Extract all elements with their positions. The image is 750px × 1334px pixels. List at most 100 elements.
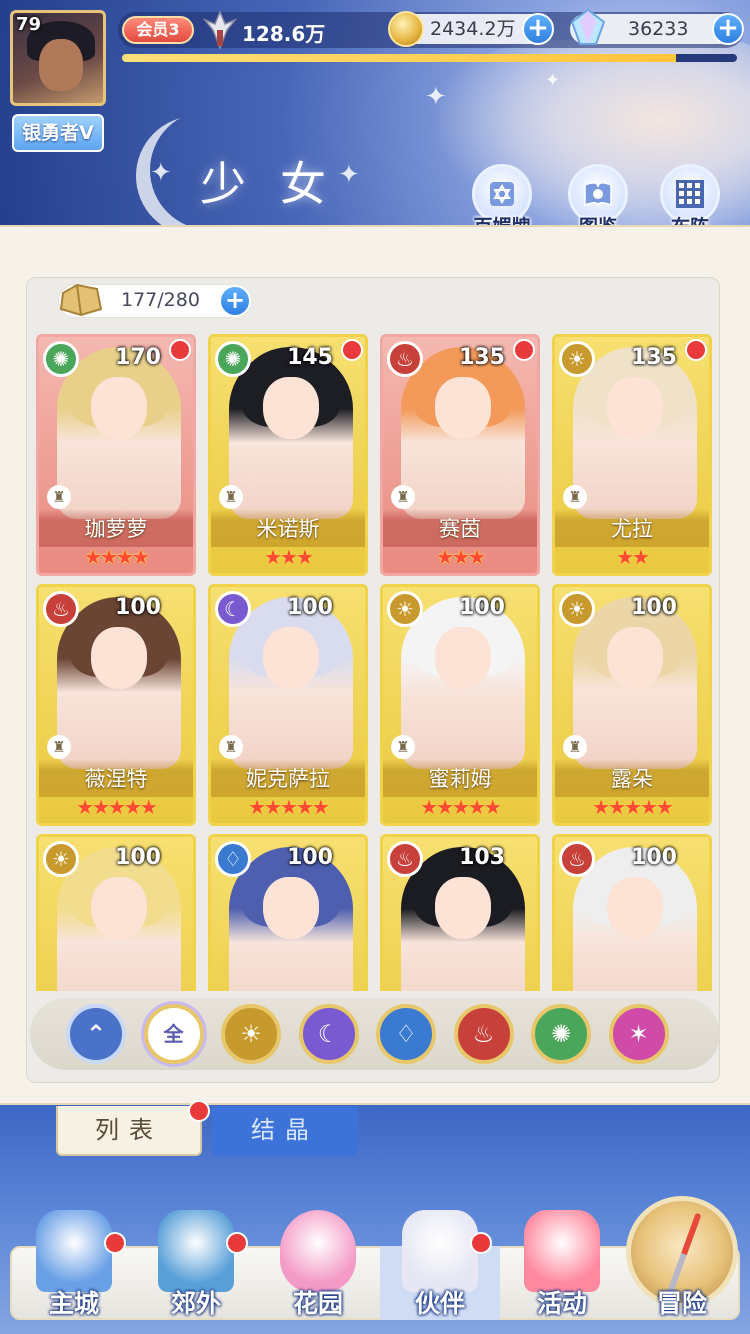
character-card[interactable]: ♨ 100 ♜ 薇涅特 ★★★★★ (36, 584, 196, 826)
gold-counter: 2434.2万 + (388, 11, 554, 47)
character-level: 100 (631, 595, 677, 620)
player-level: 79 (16, 14, 42, 35)
character-level: 145 (287, 345, 333, 370)
gem-icon (570, 8, 606, 45)
page-title: 少女 (200, 157, 360, 211)
wind-element-icon: ✺ (215, 341, 251, 377)
filter-sun-icon[interactable]: ☀ (221, 1004, 281, 1064)
wind-element-icon: ✺ (43, 341, 79, 377)
filter-all-button[interactable]: 全 (143, 1004, 204, 1064)
star-rating: ★★ (616, 545, 650, 569)
star-rating: ★★★ (436, 545, 486, 569)
fire-element-icon: ♨ (559, 841, 595, 877)
add-gems-button[interactable]: + (712, 13, 744, 45)
portal-icon (158, 1210, 234, 1292)
character-name: 蜜莉姆 (428, 767, 492, 791)
book-icon (584, 182, 612, 207)
notification-dot (470, 1232, 492, 1254)
notification-dot (341, 339, 363, 361)
sun-element-icon: ☀ (559, 591, 595, 627)
character-card[interactable]: ☀ 100 (36, 834, 196, 991)
character-card[interactable]: ♢ 100 (208, 834, 368, 991)
character-level: 135 (459, 345, 505, 370)
combat-power: 128.6万 (242, 22, 326, 46)
card-deck-icon (490, 182, 514, 206)
star-rating: ★★★★★ (248, 795, 330, 819)
castle-icon (36, 1210, 112, 1292)
filter-rank-icon[interactable]: ⌃ (66, 1004, 126, 1064)
player-name[interactable]: 银勇者V (12, 114, 104, 152)
fire-element-icon: ♨ (387, 341, 423, 377)
add-gold-button[interactable]: + (522, 13, 554, 45)
character-name: 米诺斯 (256, 517, 320, 541)
star-rating: ★★★★ (84, 545, 150, 569)
nav-main-city[interactable]: 主城 (14, 1196, 134, 1326)
moon-element-icon: ☾ (215, 591, 251, 627)
character-card[interactable]: ✺ 170 ♜ 珈萝萝 ★★★★ (36, 334, 196, 576)
sword-power-icon (203, 10, 237, 50)
notification-dot (226, 1232, 248, 1254)
character-card[interactable]: ☀ 100 ♜ 露朵 ★★★★★ (552, 584, 712, 826)
character-level: 135 (631, 345, 677, 370)
notification-dot (685, 339, 707, 361)
character-level: 103 (459, 845, 505, 870)
gold-coin-icon (388, 11, 424, 47)
filter-wind-icon[interactable]: ✺ (531, 1004, 591, 1064)
star-rating: ★★★★★ (420, 795, 502, 819)
character-card[interactable]: ☀ 100 ♜ 蜜莉姆 ★★★★★ (380, 584, 540, 826)
nav-adventure[interactable]: 冒险 (622, 1196, 742, 1326)
character-card[interactable]: ✺ 145 ♜ 米诺斯 ★★★ (208, 334, 368, 576)
star-rating: ★★★★★ (76, 795, 158, 819)
class-rook-icon: ♜ (219, 485, 243, 509)
class-rook-icon: ♜ (47, 735, 71, 759)
nav-garden[interactable]: 花园 (258, 1196, 378, 1326)
filter-chaos-icon[interactable]: ✶ (608, 1004, 669, 1064)
sun-element-icon: ☀ (559, 341, 595, 377)
notification-dot (104, 1232, 126, 1254)
expand-capacity-button[interactable]: + (219, 285, 251, 317)
gem-counter: 36233 + (570, 8, 744, 45)
vip-badge[interactable]: 会员3 (122, 16, 194, 44)
character-level: 100 (459, 595, 505, 620)
nav-partners[interactable]: 伙伴 (380, 1196, 500, 1326)
fire-element-icon: ♨ (43, 591, 79, 627)
sparkle-icon: ✦ (150, 158, 172, 188)
sun-element-icon: ☀ (43, 841, 79, 877)
filter-water-icon[interactable]: ♢ (376, 1004, 436, 1064)
character-name: 尤拉 (611, 517, 653, 541)
character-card[interactable]: ♨ 135 ♜ 赛茵 ★★★ (380, 334, 540, 576)
filter-fire-icon[interactable]: ♨ (453, 1004, 514, 1064)
roster-capacity: 177/280 + (58, 283, 251, 318)
character-card[interactable]: ♨ 103 (380, 834, 540, 991)
water-element-icon: ♢ (215, 841, 251, 877)
character-level: 100 (287, 595, 333, 620)
sparkle-icon: ✦ (425, 82, 447, 112)
nav-events[interactable]: 活动 (502, 1196, 622, 1326)
heart-icon (280, 1210, 356, 1292)
character-level: 100 (115, 595, 161, 620)
exp-bar (122, 54, 737, 62)
character-name: 露朵 (611, 767, 653, 791)
character-card[interactable]: ☾ 100 ♜ 妮克萨拉 ★★★★★ (208, 584, 368, 826)
character-name: 薇涅特 (84, 767, 148, 791)
class-rook-icon: ♜ (563, 735, 587, 759)
character-card[interactable]: ♨ 100 (552, 834, 712, 991)
fire-element-icon: ♨ (387, 841, 423, 877)
class-rook-icon: ♜ (391, 485, 415, 509)
tab-crystal[interactable]: 结晶 (212, 1106, 358, 1156)
sun-element-icon: ☀ (387, 591, 423, 627)
character-name: 珈萝萝 (84, 517, 148, 541)
notification-dot (169, 339, 191, 361)
filter-moon-icon[interactable]: ☾ (298, 1004, 359, 1064)
gift-icon (524, 1210, 600, 1292)
character-card[interactable]: ☀ 135 ♜ 尤拉 ★★ (552, 334, 712, 576)
nav-outskirts[interactable]: 郊外 (136, 1196, 256, 1326)
tab-list[interactable]: 列表 (56, 1100, 210, 1156)
storage-bag-icon (59, 283, 103, 317)
formation-grid-icon (676, 180, 704, 208)
class-rook-icon: ♜ (219, 735, 243, 759)
class-rook-icon: ♜ (563, 485, 587, 509)
partner-icon (402, 1210, 478, 1292)
star-rating: ★★★ (264, 545, 314, 569)
character-level: 100 (115, 845, 161, 870)
